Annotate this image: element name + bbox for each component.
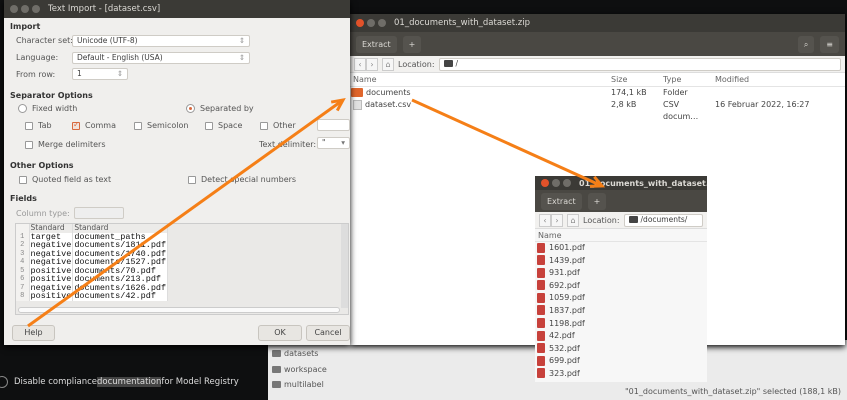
arrow-line [27,98,344,328]
arrow-line [411,98,603,188]
annotation-arrows [27,97,606,328]
